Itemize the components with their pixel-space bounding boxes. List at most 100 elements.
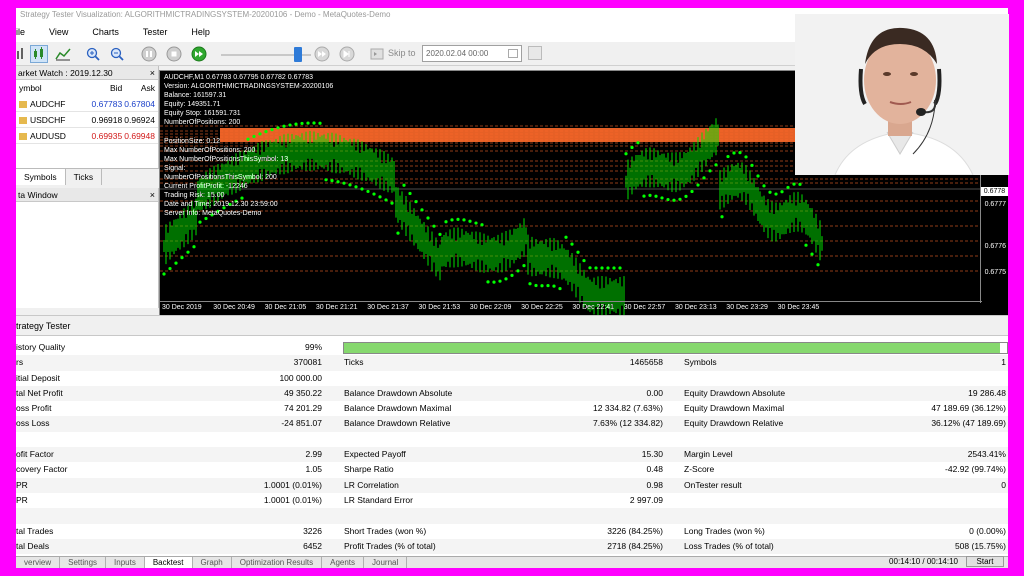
start-button[interactable]: Start xyxy=(966,556,1004,567)
report-row: oss Profit 74 201.29 Balance Drawdown Maxi… xyxy=(16,401,1008,416)
data-window-header: ta Window × xyxy=(16,188,158,202)
symbol-bid: 0.96918 xyxy=(91,115,123,125)
symbol-row[interactable]: AUDCHF 0.67783 0.67804 xyxy=(16,96,158,112)
sar-dot xyxy=(774,192,778,196)
skip-go-button[interactable] xyxy=(528,46,542,60)
tester-tab[interactable]: Optimization Results xyxy=(232,557,323,568)
report-label: covery Factor xyxy=(16,464,68,475)
play-icon[interactable] xyxy=(190,45,208,63)
sar-dot xyxy=(636,141,640,145)
sar-dot xyxy=(612,266,616,270)
pause-icon[interactable] xyxy=(140,45,158,63)
sar-dot xyxy=(744,155,748,159)
sar-dot xyxy=(558,286,562,291)
report-row xyxy=(16,432,1008,447)
report-value: 508 (15.75%) xyxy=(954,540,1006,551)
market-watch-title: arket Watch : 2019.12.30 xyxy=(18,68,113,78)
data-window-title: ta Window xyxy=(18,190,58,200)
menu-file[interactable]: ile xyxy=(16,27,25,37)
tab-ticks[interactable]: Ticks xyxy=(66,169,103,185)
history-quality-label: istory Quality xyxy=(16,342,66,352)
report-label: OnTester result xyxy=(684,479,742,490)
sar-dot xyxy=(354,185,358,189)
time-tick: 30 Dec 22:09 xyxy=(469,304,512,311)
report-label: Expected Payoff xyxy=(344,449,406,460)
skip-icon[interactable] xyxy=(368,45,386,63)
tester-tab[interactable]: Settings xyxy=(60,557,107,568)
skip-to-label: Skip to xyxy=(388,48,416,58)
symbol-row[interactable]: USDCHF 0.96918 0.96924 xyxy=(16,112,158,128)
time-tick: 30 Dec 21:21 xyxy=(315,304,358,311)
sar-dot xyxy=(708,169,712,173)
time-tick: 30 Dec 22:25 xyxy=(521,304,563,311)
zoom-in-icon[interactable] xyxy=(84,45,102,63)
stop-icon[interactable] xyxy=(165,45,183,63)
report-value: 0 xyxy=(1001,479,1006,490)
close-icon[interactable]: × xyxy=(150,188,155,202)
sar-dot xyxy=(672,198,676,202)
report-row: tal Net Profit 49 350.22 Balance Drawdown … xyxy=(16,385,1008,402)
sar-dot xyxy=(600,266,604,270)
chart-info-line: Server Info: MetaQuotes-Demo xyxy=(164,210,262,218)
report-value: 2718 (84.25%) xyxy=(607,540,663,551)
bar-chart-icon[interactable] xyxy=(16,45,28,63)
menu-tester[interactable]: Tester xyxy=(143,27,168,37)
report-value: -42.92 (99.74%) xyxy=(945,464,1006,475)
report-value: 47 189.69 (36.12%) xyxy=(931,403,1006,414)
skip-date-input[interactable]: 2020.02.04 00:00 xyxy=(422,45,522,62)
col-bid[interactable]: Bid xyxy=(87,80,122,96)
tab-symbols[interactable]: Symbols xyxy=(16,169,66,185)
tester-tab[interactable]: Agents xyxy=(322,557,365,568)
menu-help[interactable]: Help xyxy=(191,27,210,37)
sar-dot xyxy=(702,176,706,180)
report-row: covery Factor 1.05 Sharpe Ratio 0.48 Z-Score… xyxy=(16,462,1008,477)
tester-title: trategy Tester xyxy=(16,316,1008,336)
current-price-tag: 0.6778 xyxy=(981,187,1008,196)
report-label: Short Trades (won %) xyxy=(344,525,427,536)
tester-tab[interactable]: Journal xyxy=(364,557,408,568)
report-label: Profit Trades (% of total) xyxy=(344,540,436,551)
symbol-icon xyxy=(19,133,27,141)
sar-dot xyxy=(666,197,670,202)
tester-tab[interactable]: Inputs xyxy=(106,557,145,568)
sar-dot xyxy=(480,223,484,227)
sar-dot xyxy=(780,190,784,194)
line-chart-icon[interactable] xyxy=(54,45,72,63)
tester-tab[interactable]: Backtest xyxy=(144,557,193,568)
menu-charts[interactable]: Charts xyxy=(92,27,119,37)
sar-dot xyxy=(384,198,388,202)
tester-tab[interactable]: Graph xyxy=(193,557,232,568)
report-value: 1.05 xyxy=(305,464,322,475)
report-value: 1.0001 (0.01%) xyxy=(263,479,322,490)
report-label: LR Correlation xyxy=(344,479,399,490)
sar-dot xyxy=(420,208,424,212)
report-label: tal Deals xyxy=(16,540,50,551)
skip-end-icon[interactable] xyxy=(338,45,356,63)
sar-dot xyxy=(732,151,736,155)
sar-dot xyxy=(378,195,382,199)
sar-dot xyxy=(492,280,496,284)
menu-view[interactable]: View xyxy=(49,27,68,37)
speed-slider-thumb[interactable] xyxy=(294,47,302,62)
report-label: PR xyxy=(16,494,28,505)
zoom-out-icon[interactable] xyxy=(108,45,126,63)
sar-dot xyxy=(474,221,478,225)
sar-dot xyxy=(660,196,664,200)
col-symbol[interactable]: ymbol xyxy=(16,80,87,96)
col-ask[interactable]: Ask xyxy=(122,80,158,96)
report-label: Balance Drawdown Absolute xyxy=(344,387,453,398)
report-value: 1 xyxy=(1001,357,1006,368)
fast-forward-icon[interactable] xyxy=(313,45,331,63)
report-value: 0 (0.00%) xyxy=(969,525,1006,536)
tester-tab[interactable]: verview xyxy=(16,557,61,568)
close-icon[interactable]: × xyxy=(150,66,155,80)
time-tick: 30 Dec 21:53 xyxy=(418,304,461,311)
calendar-icon[interactable] xyxy=(508,49,518,58)
time-tick: 30 Dec 22:41 xyxy=(572,304,615,311)
sar-dot xyxy=(654,194,658,198)
tester-tabs: verview Settings Inputs Backtest Graph Optimi… xyxy=(16,556,1008,568)
chart-info-line: Version: ALGORITHMICTRADINGSYSTEM-202001… xyxy=(164,83,334,91)
sar-dot xyxy=(564,235,568,239)
candlestick-icon[interactable] xyxy=(30,45,48,63)
symbol-row[interactable]: AUDUSD 0.69935 0.69948 xyxy=(16,128,158,144)
